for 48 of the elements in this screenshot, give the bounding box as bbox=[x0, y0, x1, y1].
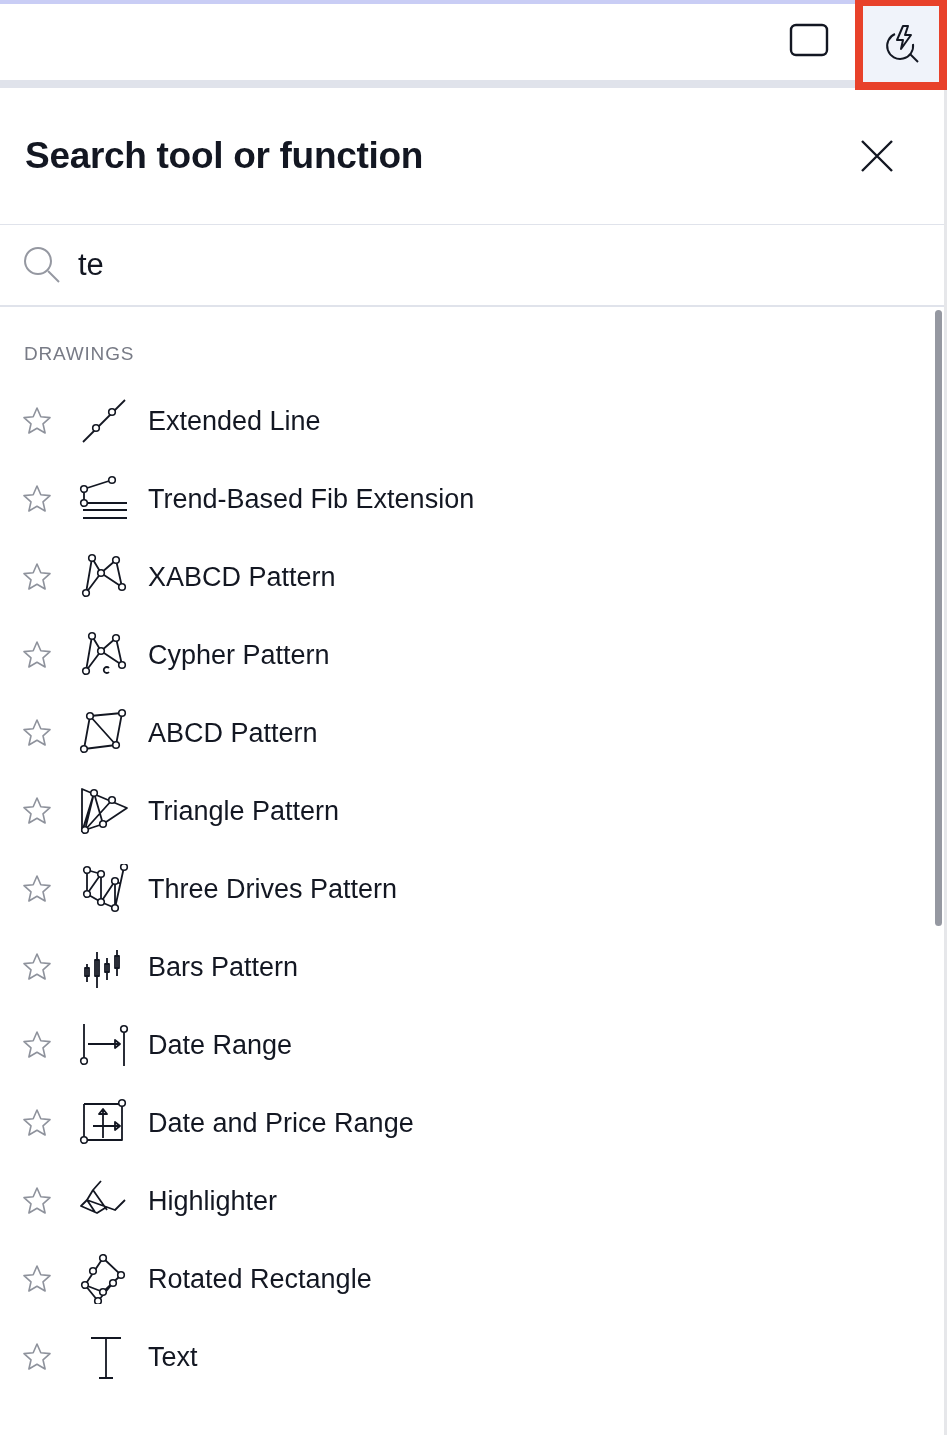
tool-item[interactable]: XABCD Pattern bbox=[22, 537, 944, 617]
search-icon bbox=[23, 246, 61, 284]
tool-name: Rotated Rectangle bbox=[148, 1263, 372, 1295]
tool-name: Date Range bbox=[148, 1029, 293, 1061]
panel-title: Search tool or function bbox=[25, 135, 424, 177]
tool-name: Extended Line bbox=[148, 405, 321, 437]
close-icon bbox=[860, 139, 894, 173]
tool-name: Three Drives Pattern bbox=[148, 873, 398, 905]
tool-name: Text bbox=[148, 1341, 198, 1373]
tool-item[interactable]: Trend-Based Fib Extension bbox=[22, 459, 944, 539]
section-heading: DRAWINGS bbox=[23, 342, 136, 366]
search-field[interactable]: te bbox=[78, 247, 678, 283]
tool-item[interactable]: ABCD Pattern bbox=[22, 693, 944, 773]
quick-search-button[interactable] bbox=[855, 0, 947, 90]
tool-name: Cypher Pattern bbox=[148, 639, 330, 671]
tool-item[interactable]: Extended Line bbox=[22, 381, 944, 461]
tool-item[interactable]: Three Drives Pattern bbox=[22, 849, 944, 929]
tool-item[interactable]: Text bbox=[22, 1317, 944, 1397]
star-icon[interactable] bbox=[22, 640, 52, 670]
tool-item[interactable]: Highlighter bbox=[22, 1161, 944, 1241]
tool-item[interactable]: Cypher Pattern bbox=[22, 615, 944, 695]
star-icon[interactable] bbox=[22, 1108, 52, 1138]
star-icon[interactable] bbox=[22, 796, 52, 826]
star-icon[interactable] bbox=[22, 952, 52, 982]
tool-name: Date and Price Range bbox=[148, 1107, 414, 1139]
tool-item[interactable]: Rotated Rectangle bbox=[22, 1239, 944, 1319]
tool-name: ABCD Pattern bbox=[148, 717, 318, 749]
square-icon bbox=[789, 23, 829, 57]
star-icon[interactable] bbox=[22, 874, 52, 904]
close-button[interactable] bbox=[860, 139, 894, 173]
star-icon[interactable] bbox=[22, 1186, 52, 1216]
star-icon[interactable] bbox=[22, 718, 52, 748]
star-icon[interactable] bbox=[22, 1264, 52, 1294]
tool-item[interactable]: Bars Pattern bbox=[22, 927, 944, 1007]
star-icon[interactable] bbox=[22, 406, 52, 436]
tool-item[interactable]: Triangle Pattern bbox=[22, 771, 944, 851]
tool-name: Bars Pattern bbox=[148, 951, 299, 983]
tool-name: XABCD Pattern bbox=[148, 561, 336, 593]
tool-name: Triangle Pattern bbox=[148, 795, 340, 827]
tool-item[interactable]: Date and Price Range bbox=[22, 1083, 944, 1163]
tool-name: Trend-Based Fib Extension bbox=[148, 483, 475, 515]
star-icon[interactable] bbox=[22, 562, 52, 592]
star-icon[interactable] bbox=[22, 1030, 52, 1060]
star-icon[interactable] bbox=[22, 484, 52, 514]
star-icon[interactable] bbox=[22, 1342, 52, 1372]
tool-name: Highlighter bbox=[148, 1185, 278, 1217]
tool-item[interactable]: Date Range bbox=[22, 1005, 944, 1085]
triangle-pattern-icon bbox=[79, 786, 129, 836]
